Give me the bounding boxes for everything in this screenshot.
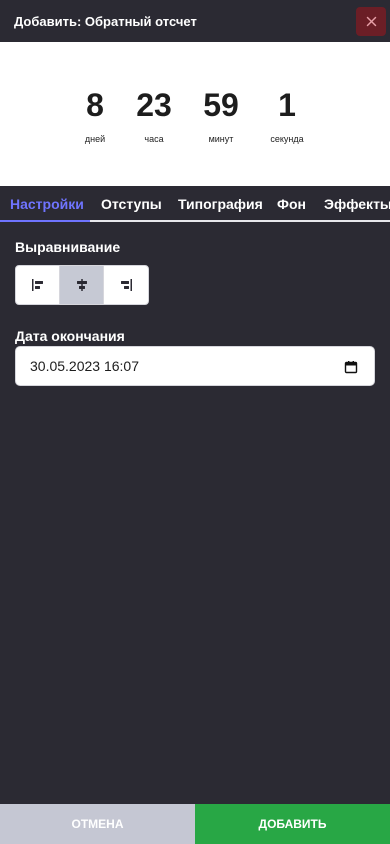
countdown-seconds-label: секунда bbox=[270, 134, 304, 144]
footer-actions: ОТМЕНА ДОБАВИТЬ bbox=[0, 804, 390, 844]
tab-bar: Настройки Отступы Типография Фон Эффекты bbox=[0, 186, 390, 222]
cancel-button[interactable]: ОТМЕНА bbox=[0, 804, 195, 844]
panel-header: Добавить: Обратный отсчет bbox=[0, 0, 390, 42]
tab-settings[interactable]: Настройки bbox=[10, 186, 84, 222]
align-left-button[interactable] bbox=[16, 266, 60, 304]
close-button[interactable] bbox=[356, 7, 386, 36]
tab-typography[interactable]: Типография bbox=[178, 186, 263, 222]
tab-active-indicator bbox=[0, 220, 90, 222]
align-right-icon bbox=[120, 279, 132, 291]
end-date-label: Дата окончания bbox=[15, 328, 125, 344]
end-date-value: 30.05.2023 16:07 bbox=[30, 358, 139, 374]
panel-title: Добавить: Обратный отсчет bbox=[14, 13, 197, 29]
tab-effects[interactable]: Эффекты bbox=[324, 186, 390, 222]
countdown-days-label: дней bbox=[84, 134, 106, 144]
close-icon bbox=[366, 16, 376, 27]
align-left-icon bbox=[31, 279, 43, 291]
add-button[interactable]: ДОБАВИТЬ bbox=[195, 804, 390, 844]
tab-padding[interactable]: Отступы bbox=[101, 186, 162, 222]
countdown-days-value: 8 bbox=[86, 87, 104, 123]
end-date-input[interactable]: 30.05.2023 16:07 bbox=[15, 346, 375, 386]
align-right-button[interactable] bbox=[104, 266, 148, 304]
align-center-icon bbox=[76, 279, 87, 291]
calendar-icon[interactable] bbox=[344, 360, 358, 374]
alignment-control bbox=[15, 265, 149, 305]
countdown-preview: 8 дней 23 часа 59 минут 1 секунда bbox=[0, 42, 390, 186]
tab-background[interactable]: Фон bbox=[277, 186, 306, 222]
countdown-hours-value: 23 bbox=[136, 87, 172, 123]
countdown-hours-label: часа bbox=[144, 134, 164, 144]
countdown-minutes-label: минут bbox=[208, 134, 234, 144]
alignment-label: Выравнивание bbox=[15, 239, 121, 255]
align-center-button[interactable] bbox=[60, 266, 104, 304]
countdown-seconds-value: 1 bbox=[278, 87, 296, 123]
tab-divider bbox=[90, 220, 390, 222]
countdown-minutes-value: 59 bbox=[203, 87, 239, 123]
